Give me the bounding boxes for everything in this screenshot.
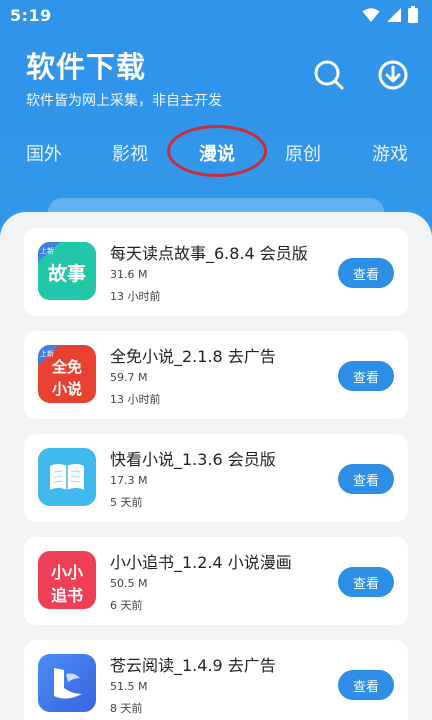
tab-games[interactable]: 游戏: [372, 140, 408, 166]
view-button[interactable]: 查看: [338, 670, 394, 700]
page-header: 软件下载 软件皆为网上采集，非自主开发: [26, 44, 222, 110]
view-button[interactable]: 查看: [338, 567, 394, 597]
app-time: 6 天前: [110, 599, 143, 612]
book-app-icon: [38, 448, 96, 506]
icon-text-bottom: 追书: [51, 586, 83, 605]
status-icons: [362, 6, 418, 23]
app-name: 全免小说_2.1.8 去广告: [110, 347, 276, 366]
icon-badge: 上新: [40, 349, 54, 358]
app-size: 59.7 M: [110, 371, 148, 384]
download-button[interactable]: [376, 58, 410, 92]
page-title: 软件下载: [26, 50, 147, 84]
app-name: 每天读点故事_6.8.4 会员版: [110, 244, 308, 263]
list-item[interactable]: 快看小说_1.3.6 会员版 17.3 M 5 天前 查看: [24, 434, 408, 522]
icon-text-top: 小小: [51, 563, 83, 582]
search-button[interactable]: [312, 58, 346, 92]
app-size: 17.3 M: [110, 474, 148, 487]
search-icon: [314, 60, 344, 90]
app-time: 13 小时前: [110, 290, 161, 303]
icon-text-top: 全免: [51, 358, 82, 376]
app-size: 31.6 M: [110, 268, 148, 281]
app-size: 50.5 M: [110, 577, 148, 590]
list-item[interactable]: 上新 全免 小说 全免小说_2.1.8 去广告 59.7 M 13 小时前 查看: [24, 331, 408, 419]
icon-text-bottom: 小说: [52, 380, 82, 398]
app-time: 13 小时前: [110, 393, 161, 406]
list-item[interactable]: 小小 追书 小小追书_1.2.4 小说漫画 50.5 M 6 天前 查看: [24, 537, 408, 625]
app-time: 8 天前: [110, 702, 143, 715]
free-novel-app-icon: 上新 全免 小说: [38, 345, 96, 403]
tab-foreign[interactable]: 国外: [26, 140, 62, 166]
app-size: 51.5 M: [110, 680, 148, 693]
app-time: 5 天前: [110, 496, 143, 509]
status-time: 5:19: [10, 6, 52, 25]
story-app-icon: 上新 故事: [38, 242, 96, 300]
signal-icon: [387, 7, 401, 22]
battery-icon: [408, 6, 418, 23]
icon-text: 故事: [48, 262, 86, 285]
tab-original[interactable]: 原创: [285, 140, 321, 166]
status-bar: 5:19: [0, 0, 432, 32]
highlight-circle: [167, 125, 267, 177]
app-screen: 5:19 软件下载 软件皆为网上采集，非自主开发 国外 影视 漫说 原创 游戏: [0, 0, 432, 720]
page-subtitle: 软件皆为网上采集，非自主开发: [26, 93, 222, 109]
download-icon: [378, 60, 408, 90]
app-name: 快看小说_1.3.6 会员版: [110, 450, 276, 469]
wifi-icon: [362, 7, 380, 22]
tab-video[interactable]: 影视: [112, 140, 148, 166]
view-button[interactable]: 查看: [338, 361, 394, 391]
view-button[interactable]: 查看: [338, 464, 394, 494]
view-button[interactable]: 查看: [338, 258, 394, 288]
cangyun-app-icon: [38, 654, 96, 712]
watermark: 4k4k手游网: [286, 641, 377, 660]
app-name: 小小追书_1.2.4 小说漫画: [110, 553, 292, 572]
list-item[interactable]: 上新 故事 每天读点故事_6.8.4 会员版 31.6 M 13 小时前 查看: [24, 228, 408, 316]
xiaoxiao-app-icon: 小小 追书: [38, 551, 96, 609]
app-name: 苍云阅读_1.4.9 去广告: [110, 656, 276, 675]
icon-badge: 上新: [40, 246, 54, 255]
